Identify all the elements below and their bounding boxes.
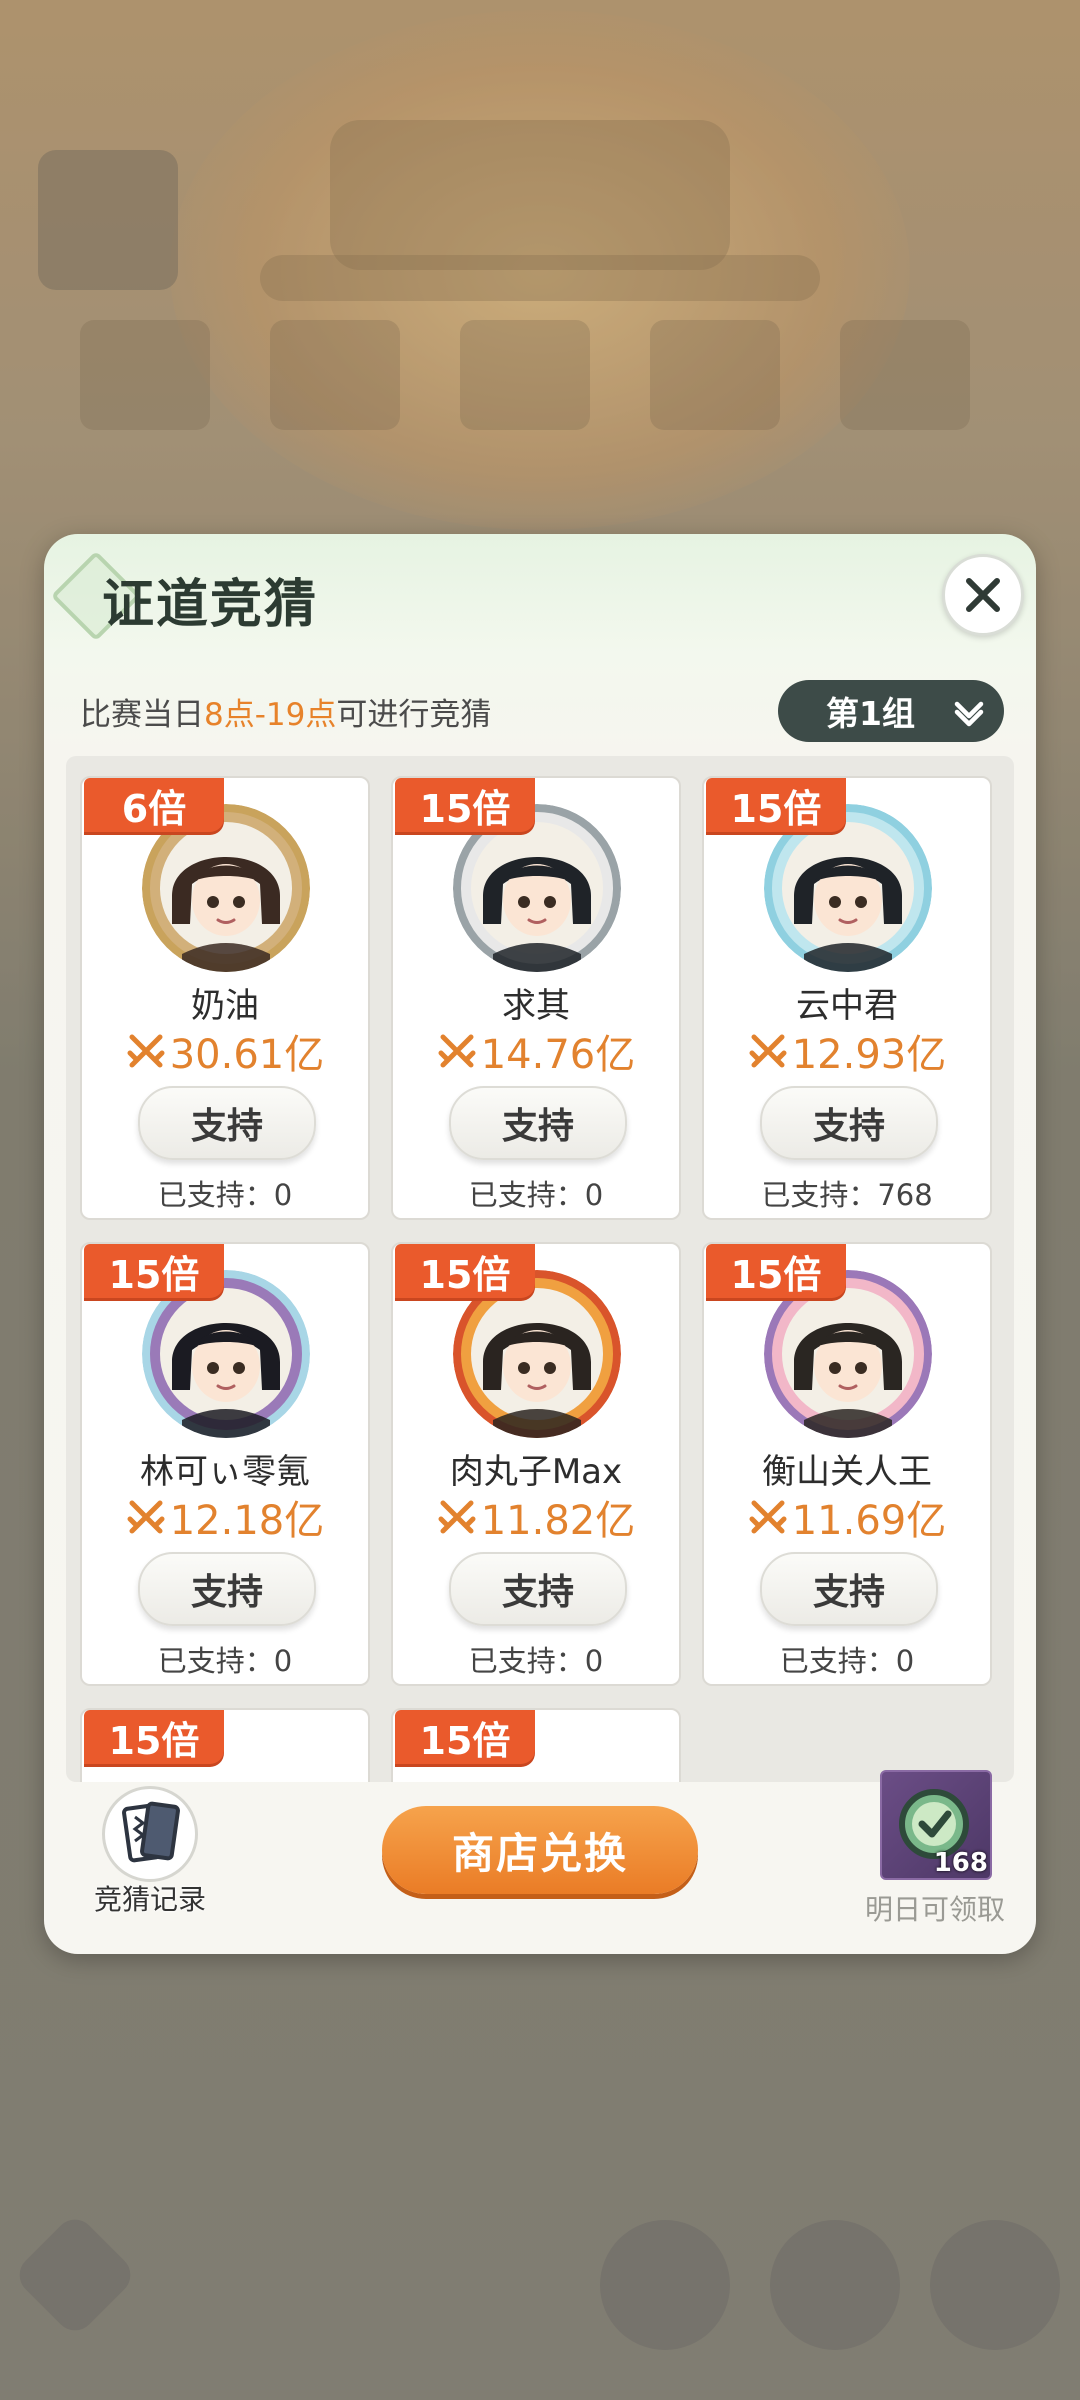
crossed-swords-icon bbox=[749, 1500, 787, 1534]
close-icon bbox=[966, 578, 1000, 612]
support-button-label: 支持 bbox=[812, 1106, 885, 1147]
crossed-swords-icon bbox=[127, 1500, 165, 1534]
record-icon-circle bbox=[102, 1786, 198, 1882]
cards-icon bbox=[122, 1801, 180, 1863]
contestant-card[interactable]: 15倍 bbox=[391, 1708, 681, 1782]
supported-count: 已支持：0 bbox=[157, 1644, 293, 1678]
supported-count: 已支持：0 bbox=[779, 1644, 915, 1678]
contestant-name: 衡山关人王 bbox=[762, 1452, 932, 1492]
support-button-label: 支持 bbox=[190, 1572, 263, 1613]
multiplier-badge: 6倍 bbox=[84, 778, 224, 832]
support-button[interactable]: 支持 bbox=[760, 1086, 938, 1160]
multiplier-badge: 15倍 bbox=[84, 1244, 224, 1298]
contestant-power: 14.76亿 bbox=[393, 1022, 679, 1080]
contestant-power-value: 14.76亿 bbox=[480, 1032, 636, 1078]
multiplier-badge: 15倍 bbox=[706, 1244, 846, 1298]
record-label: 竞猜记录 bbox=[93, 1883, 206, 1916]
contestant-card[interactable]: 求其 14.76亿支持已支持：0 15倍 bbox=[391, 776, 681, 1220]
support-button[interactable]: 支持 bbox=[449, 1086, 627, 1160]
contestant-name: 肉丸子Max bbox=[449, 1452, 623, 1492]
reward-label: 明日可领取 bbox=[864, 1893, 1005, 1926]
crossed-swords-icon bbox=[127, 1034, 165, 1068]
contestant-power: 11.69亿 bbox=[704, 1488, 990, 1546]
daily-reward[interactable]: 168 明日可领取 bbox=[860, 1770, 1010, 1940]
support-button[interactable]: 支持 bbox=[449, 1552, 627, 1626]
contestant-name: 云中君 bbox=[796, 986, 898, 1026]
contestant-card[interactable]: 奶油 30.61亿支持已支持：0 6倍 bbox=[80, 776, 370, 1220]
group-select[interactable]: 第1组 bbox=[778, 680, 1004, 742]
contestant-power-value: 30.61亿 bbox=[169, 1032, 325, 1078]
notice-time-range: 8点-19点 bbox=[204, 697, 337, 733]
contestant-card[interactable]: 云中君 12.93亿支持已支持：768 15倍 bbox=[702, 776, 992, 1220]
crossed-swords-icon bbox=[749, 1034, 787, 1068]
contestant-name: 奶油 bbox=[191, 986, 259, 1026]
contestant-power: 12.93亿 bbox=[704, 1022, 990, 1080]
crossed-swords-icon bbox=[438, 1500, 476, 1534]
multiplier-badge: 15倍 bbox=[395, 1710, 535, 1764]
supported-count: 已支持：768 bbox=[761, 1178, 933, 1212]
reward-box: 168 bbox=[880, 1770, 992, 1880]
contestant-power-value: 11.69亿 bbox=[791, 1498, 947, 1544]
close-button[interactable] bbox=[942, 554, 1024, 636]
contestant-name: 林可ぃ零氪 bbox=[140, 1452, 310, 1492]
notice-prefix: 比赛当日 bbox=[80, 697, 204, 733]
modal-title: 证道竞猜 bbox=[102, 575, 319, 635]
group-select-value: 第1组 bbox=[826, 694, 915, 733]
contestant-power: 11.82亿 bbox=[393, 1488, 679, 1546]
contestant-name: 求其 bbox=[502, 986, 570, 1026]
support-button-label: 支持 bbox=[190, 1106, 263, 1147]
contestant-power: 12.18亿 bbox=[82, 1488, 368, 1546]
contestant-card[interactable]: 15倍 bbox=[80, 1708, 370, 1782]
support-button-label: 支持 bbox=[812, 1572, 885, 1613]
shop-exchange-button[interactable]: 商店兑换 bbox=[382, 1806, 698, 1894]
contestant-card[interactable]: 肉丸子Max 11.82亿支持已支持：0 15倍 bbox=[391, 1242, 681, 1686]
support-button[interactable]: 支持 bbox=[760, 1552, 938, 1626]
supported-count: 已支持：0 bbox=[157, 1178, 293, 1212]
bottom-bar: 竞猜记录 商店兑换 168 明日可领取 bbox=[44, 1770, 1036, 1954]
contestant-grid[interactable]: 奶油 30.61亿 支持 已支持：0 6倍 求其 14.76亿 支持 已支持：0 15倍 云中君 12… bbox=[66, 756, 1014, 1782]
support-button-label: 支持 bbox=[501, 1572, 574, 1613]
support-button[interactable]: 支持 bbox=[138, 1552, 316, 1626]
contestant-card[interactable]: 林可ぃ零氪 12.18亿支持已支持：0 15倍 bbox=[80, 1242, 370, 1686]
guess-modal: 证道竞猜 比赛当日8点-19点可进行竞猜 第1组 奶油 30.61亿 支持 已支持：0… bbox=[44, 534, 1036, 1954]
multiplier-badge: 15倍 bbox=[395, 778, 535, 832]
guess-time-notice: 比赛当日8点-19点可进行竞猜 bbox=[80, 689, 491, 734]
contestant-power-value: 12.18亿 bbox=[169, 1498, 325, 1544]
multiplier-badge: 15倍 bbox=[395, 1244, 535, 1298]
supported-count: 已支持：0 bbox=[468, 1644, 604, 1678]
support-button[interactable]: 支持 bbox=[138, 1086, 316, 1160]
contestant-power-value: 11.82亿 bbox=[480, 1498, 636, 1544]
chevron-down-icon bbox=[954, 701, 984, 727]
guess-record-button[interactable]: 竞猜记录 bbox=[80, 1786, 220, 1936]
contestant-power-value: 12.93亿 bbox=[791, 1032, 947, 1078]
support-button-label: 支持 bbox=[501, 1106, 574, 1147]
shop-exchange-label: 商店兑换 bbox=[451, 1828, 628, 1878]
multiplier-badge: 15倍 bbox=[706, 778, 846, 832]
notice-suffix: 可进行竞猜 bbox=[336, 697, 492, 733]
contestant-power: 30.61亿 bbox=[82, 1022, 368, 1080]
contestant-card[interactable]: 衡山关人王 11.69亿支持已支持：0 15倍 bbox=[702, 1242, 992, 1686]
supported-count: 已支持：0 bbox=[468, 1178, 604, 1212]
multiplier-badge: 15倍 bbox=[84, 1710, 224, 1764]
crossed-swords-icon bbox=[438, 1034, 476, 1068]
reward-count: 168 bbox=[933, 1848, 988, 1878]
